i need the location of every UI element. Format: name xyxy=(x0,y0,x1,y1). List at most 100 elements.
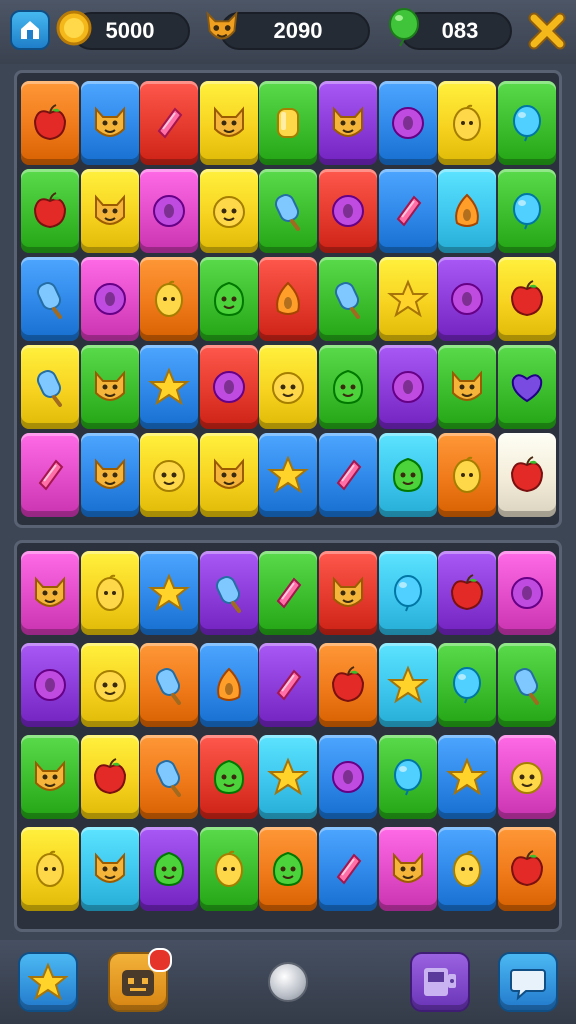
top-tile-1-5[interactable] xyxy=(318,169,377,253)
top-tile-4-4[interactable] xyxy=(259,433,318,517)
bottom-tile-0-3[interactable] xyxy=(199,551,258,635)
bottom-tile-1-5[interactable] xyxy=(318,643,377,727)
bottom-tile-2-4[interactable] xyxy=(259,735,318,819)
star-button[interactable] xyxy=(18,952,78,1012)
top-tile-4-3[interactable] xyxy=(199,433,258,517)
lemon-icon xyxy=(214,850,243,887)
top-tile-4-8[interactable] xyxy=(497,433,556,517)
cat-icon xyxy=(332,106,363,137)
bottom-tile-0-8[interactable] xyxy=(497,551,556,635)
top-tile-1-8[interactable] xyxy=(497,169,556,253)
bottom-tile-2-6[interactable] xyxy=(378,735,437,819)
bottom-tile-1-6[interactable] xyxy=(378,643,437,727)
bottom-tile-1-3[interactable] xyxy=(199,643,258,727)
bottom-tile-3-4[interactable] xyxy=(259,827,318,911)
bottom-tile-2-2[interactable] xyxy=(140,735,199,819)
top-tile-4-2[interactable] xyxy=(140,433,199,517)
bottom-tile-1-8[interactable] xyxy=(497,643,556,727)
top-tile-4-0[interactable] xyxy=(21,433,79,517)
bottom-tile-1-1[interactable] xyxy=(80,643,139,727)
cat-icon xyxy=(94,852,125,883)
bottom-tile-2-8[interactable] xyxy=(497,735,556,819)
bottom-tile-1-4[interactable] xyxy=(259,643,318,727)
top-tile-2-1[interactable] xyxy=(80,257,139,341)
bottom-tile-3-1[interactable] xyxy=(80,827,139,911)
bottom-tile-0-6[interactable] xyxy=(378,551,437,635)
gems-value: 083 xyxy=(441,18,479,43)
top-tile-0-1[interactable] xyxy=(80,81,139,165)
home-button[interactable] xyxy=(10,10,50,50)
bottom-tile-0-7[interactable] xyxy=(438,551,497,635)
top-tile-2-5[interactable] xyxy=(318,257,377,341)
top-tile-2-4[interactable] xyxy=(259,257,318,341)
top-tile-1-6[interactable] xyxy=(378,169,437,253)
top-tile-2-2[interactable] xyxy=(140,257,199,341)
bottom-tile-2-0[interactable] xyxy=(21,735,79,819)
top-tile-1-4[interactable] xyxy=(259,169,318,253)
bottom-tile-2-3[interactable] xyxy=(199,735,258,819)
top-tile-1-2[interactable] xyxy=(140,169,199,253)
top-tile-0-7[interactable] xyxy=(438,81,497,165)
lemon-icon xyxy=(155,280,184,317)
top-tile-2-7[interactable] xyxy=(438,257,497,341)
cat-icon xyxy=(213,458,244,489)
top-tile-3-4[interactable] xyxy=(259,345,318,429)
top-tile-4-5[interactable] xyxy=(318,433,377,517)
top-tile-3-7[interactable] xyxy=(438,345,497,429)
top-tile-4-1[interactable] xyxy=(80,433,139,517)
top-tile-1-7[interactable] xyxy=(438,169,497,253)
bottom-tile-3-8[interactable] xyxy=(497,827,556,911)
top-tile-3-5[interactable] xyxy=(318,345,377,429)
top-tile-0-4[interactable] xyxy=(259,81,318,165)
top-tile-1-1[interactable] xyxy=(80,169,139,253)
bottom-tile-2-7[interactable] xyxy=(438,735,497,819)
top-tile-0-2[interactable] xyxy=(140,81,199,165)
top-tile-3-6[interactable] xyxy=(378,345,437,429)
top-tile-4-7[interactable] xyxy=(438,433,497,517)
top-tile-3-3[interactable] xyxy=(199,345,258,429)
close-button[interactable] xyxy=(526,10,568,52)
center-button[interactable] xyxy=(268,962,308,1002)
top-tile-4-6[interactable] xyxy=(378,433,437,517)
blob-icon xyxy=(392,457,423,493)
bottom-tile-2-1[interactable] xyxy=(80,735,139,819)
top-tile-1-0[interactable] xyxy=(21,169,79,253)
top-tile-0-5[interactable] xyxy=(318,81,377,165)
top-tile-3-1[interactable] xyxy=(80,345,139,429)
top-tile-3-0[interactable] xyxy=(21,345,79,429)
bottom-tile-3-3[interactable] xyxy=(199,827,258,911)
cat-icon xyxy=(35,576,65,607)
fox-mascot-icon xyxy=(202,6,242,50)
top-tile-2-0[interactable] xyxy=(21,257,79,341)
gem-icon xyxy=(157,107,183,139)
bottom-tile-0-1[interactable] xyxy=(80,551,139,635)
bottom-tile-3-2[interactable] xyxy=(140,827,199,911)
bottom-tile-3-6[interactable] xyxy=(378,827,437,911)
top-tile-0-3[interactable] xyxy=(199,81,258,165)
bottom-tile-3-5[interactable] xyxy=(318,827,377,911)
bottom-tile-0-0[interactable] xyxy=(21,551,79,635)
bottom-tile-0-2[interactable] xyxy=(140,551,199,635)
bottom-tile-3-7[interactable] xyxy=(438,827,497,911)
top-tile-3-8[interactable] xyxy=(497,345,556,429)
top-tile-2-3[interactable] xyxy=(199,257,258,341)
top-tile-0-6[interactable] xyxy=(378,81,437,165)
bottom-tile-0-4[interactable] xyxy=(259,551,318,635)
face-icon xyxy=(272,372,305,404)
top-tile-0-8[interactable] xyxy=(497,81,556,165)
cat-icon xyxy=(94,458,125,489)
bottom-tile-1-0[interactable] xyxy=(21,643,79,727)
top-tile-3-2[interactable] xyxy=(140,345,199,429)
shop-button[interactable] xyxy=(410,952,470,1012)
bottom-tile-3-0[interactable] xyxy=(21,827,79,911)
top-tile-1-3[interactable] xyxy=(199,169,258,253)
bottom-tile-1-2[interactable] xyxy=(140,643,199,727)
top-tile-0-0[interactable] xyxy=(21,81,79,165)
chat-button[interactable] xyxy=(498,952,558,1012)
top-tile-2-6[interactable] xyxy=(378,257,437,341)
bottom-tile-1-7[interactable] xyxy=(438,643,497,727)
bottom-tile-0-5[interactable] xyxy=(318,551,377,635)
top-tile-2-8[interactable] xyxy=(497,257,556,341)
bottom-tile-2-5[interactable] xyxy=(318,735,377,819)
inbox-button[interactable] xyxy=(108,948,172,1012)
